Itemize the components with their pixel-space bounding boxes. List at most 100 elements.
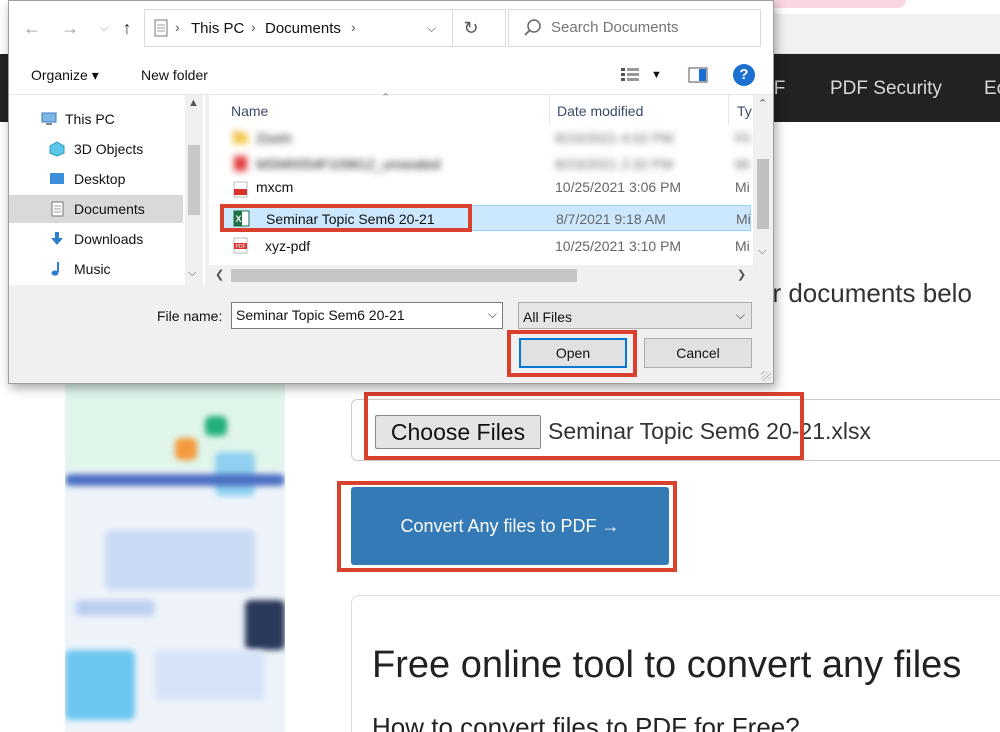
- resize-grip[interactable]: [761, 371, 771, 381]
- pdf-icon: PDF: [233, 237, 248, 254]
- search-input[interactable]: [551, 19, 751, 36]
- sort-ascending-icon: ⌃: [381, 92, 391, 104]
- scroll-thumb[interactable]: [188, 145, 200, 215]
- nav-item-desktop[interactable]: Desktop: [9, 165, 183, 193]
- nav-pane-scrollbar[interactable]: ▲ ⌵: [185, 95, 203, 285]
- column-divider[interactable]: [549, 95, 550, 125]
- breadcrumb-documents[interactable]: Documents: [265, 20, 341, 37]
- address-bar[interactable]: › This PC › Documents › ⌵ ↻: [144, 9, 506, 47]
- nav-item-label: Music: [74, 261, 111, 277]
- file-name-input[interactable]: [236, 307, 476, 323]
- scroll-right-icon[interactable]: ❯: [737, 268, 746, 281]
- cancel-button[interactable]: Cancel: [644, 338, 752, 368]
- dialog-address-row: ← → ⌵ ↑ › This PC › Documents › ⌵ ↻: [9, 1, 773, 55]
- upload-instruction: ur documents belo: [758, 278, 972, 308]
- refresh-icon[interactable]: ↻: [452, 10, 489, 46]
- choose-files-button[interactable]: Choose Files: [375, 415, 541, 449]
- path-dropdown-chevron-icon[interactable]: ⌵: [427, 21, 436, 36]
- file-name-label: File name:: [157, 308, 223, 324]
- open-button[interactable]: Open: [519, 338, 627, 368]
- search-box[interactable]: [508, 9, 761, 47]
- help-icon[interactable]: ?: [733, 64, 755, 86]
- nav-item-label: Downloads: [74, 231, 144, 247]
- file-type: Fil: [735, 130, 750, 146]
- view-dropdown-icon[interactable]: ▼: [651, 69, 662, 81]
- nav-item-music[interactable]: Music: [9, 255, 183, 283]
- pdf-icon: [233, 181, 248, 198]
- folder-icon: [233, 131, 248, 144]
- file-row-zoom[interactable]: Zoom 8/10/2021 4:02 PM Fil: [221, 125, 751, 151]
- illustration-image: [65, 380, 285, 732]
- file-type-value: All Files: [523, 309, 573, 325]
- nav-item-label: Documents: [74, 201, 145, 217]
- file-name-field[interactable]: ⌵: [231, 302, 503, 329]
- breadcrumb-separator-icon: ›: [351, 19, 356, 35]
- search-icon: [524, 19, 541, 36]
- pdf-icon: [234, 156, 247, 171]
- nav-item-downloads[interactable]: Downloads: [9, 225, 183, 253]
- file-name: Zoom: [256, 130, 292, 146]
- preview-pane-icon[interactable]: [688, 67, 708, 83]
- nav-item-label: 3D Objects: [74, 141, 144, 157]
- column-header-name[interactable]: Name: [231, 103, 268, 119]
- file-list-horizontal-scrollbar[interactable]: ❮ ❯: [209, 265, 753, 285]
- view-options-icon[interactable]: [620, 67, 640, 83]
- file-row-mxcm[interactable]: mxcm 10/25/2021 3:06 PM Mi: [221, 177, 751, 199]
- active-tab[interactable]: [760, 0, 906, 8]
- file-type: Mi: [736, 211, 751, 227]
- dialog-toolbar: Organize ▾ New folder ▼ ?: [9, 55, 773, 95]
- file-type-select[interactable]: All Files ⌵: [518, 302, 752, 329]
- chevron-down-icon: ⌵: [735, 308, 745, 322]
- nav-item-3d-objects[interactable]: 3D Objects: [9, 135, 183, 163]
- breadcrumb-separator-icon: ›: [251, 19, 256, 35]
- column-header-date[interactable]: Date modified: [557, 103, 643, 119]
- nav-item-label: This PC: [65, 111, 115, 127]
- file-name: Seminar Topic Sem6 20-21: [266, 211, 435, 227]
- desktop-icon: [50, 173, 64, 184]
- navigation-pane: This PC 3D Objects Desktop Documents Dow…: [9, 95, 205, 285]
- svg-text:X: X: [236, 214, 242, 224]
- scroll-up-icon[interactable]: ⌃: [758, 97, 767, 110]
- column-divider[interactable]: [728, 95, 729, 125]
- browser-address-strip: [760, 14, 1000, 54]
- scroll-up-icon[interactable]: ▲: [188, 97, 199, 109]
- file-name: mxcm: [256, 179, 294, 195]
- file-date: 8/7/2021 9:18 AM: [556, 211, 666, 227]
- music-note-icon: [51, 262, 59, 276]
- scroll-down-icon[interactable]: ⌵: [758, 245, 766, 258]
- file-date: 8/23/2021 2:32 PM: [555, 156, 674, 172]
- file-row-seminar-topic[interactable]: X Seminar Topic Sem6 20-21 8/7/2021 9:18…: [221, 205, 751, 231]
- file-row-blurred[interactable]: MSM0054F109612_unseated 8/23/2021 2:32 P…: [221, 151, 751, 177]
- scroll-left-icon[interactable]: ❮: [215, 268, 224, 281]
- chevron-down-icon[interactable]: ⌵: [488, 307, 497, 322]
- back-arrow-icon[interactable]: ←: [21, 16, 43, 40]
- file-date: 8/10/2021 4:02 PM: [555, 130, 674, 146]
- file-list: ⌃ Name Date modified Ty Zoom 8/10/2021 4…: [209, 92, 753, 285]
- convert-button[interactable]: Convert Any files to PDF →: [351, 487, 669, 565]
- new-folder-button[interactable]: New folder: [141, 67, 208, 83]
- recent-locations-chevron-icon[interactable]: ⌵: [93, 16, 115, 40]
- chosen-file-name: Seminar Topic Sem6 20-21.xlsx: [548, 418, 871, 444]
- file-type: Mi: [735, 156, 750, 172]
- organize-button[interactable]: Organize ▾: [31, 67, 99, 84]
- file-list-scrollbar[interactable]: ⌃ ⌵: [753, 95, 773, 265]
- nav-item-edit[interactable]: Ec: [984, 78, 1000, 100]
- scroll-down-icon[interactable]: ⌵: [188, 267, 196, 280]
- nav-item-documents[interactable]: Documents: [9, 195, 183, 223]
- nav-item-this-pc[interactable]: This PC: [9, 105, 183, 133]
- info-subtitle: How to convert files to PDF for Free?: [372, 712, 800, 732]
- forward-arrow-icon[interactable]: →: [59, 16, 81, 40]
- file-type: Mi: [735, 238, 750, 254]
- scroll-thumb[interactable]: [757, 159, 769, 229]
- file-open-dialog: ← → ⌵ ↑ › This PC › Documents › ⌵ ↻ Orga…: [8, 0, 774, 384]
- scroll-thumb[interactable]: [231, 269, 577, 282]
- up-arrow-icon[interactable]: ↑: [116, 16, 138, 40]
- info-title: Free online tool to convert any files: [372, 644, 962, 686]
- file-row-xyz-pdf[interactable]: PDF xyz-pdf 10/25/2021 3:10 PM Mi: [221, 233, 751, 259]
- download-arrow-icon: [51, 232, 63, 245]
- excel-icon: X: [233, 210, 250, 227]
- file-name: xyz-pdf: [265, 238, 311, 254]
- column-header-type[interactable]: Ty: [737, 103, 752, 119]
- breadcrumb-this-pc[interactable]: This PC: [191, 20, 244, 37]
- nav-item-pdf-security[interactable]: PDF Security: [830, 78, 942, 100]
